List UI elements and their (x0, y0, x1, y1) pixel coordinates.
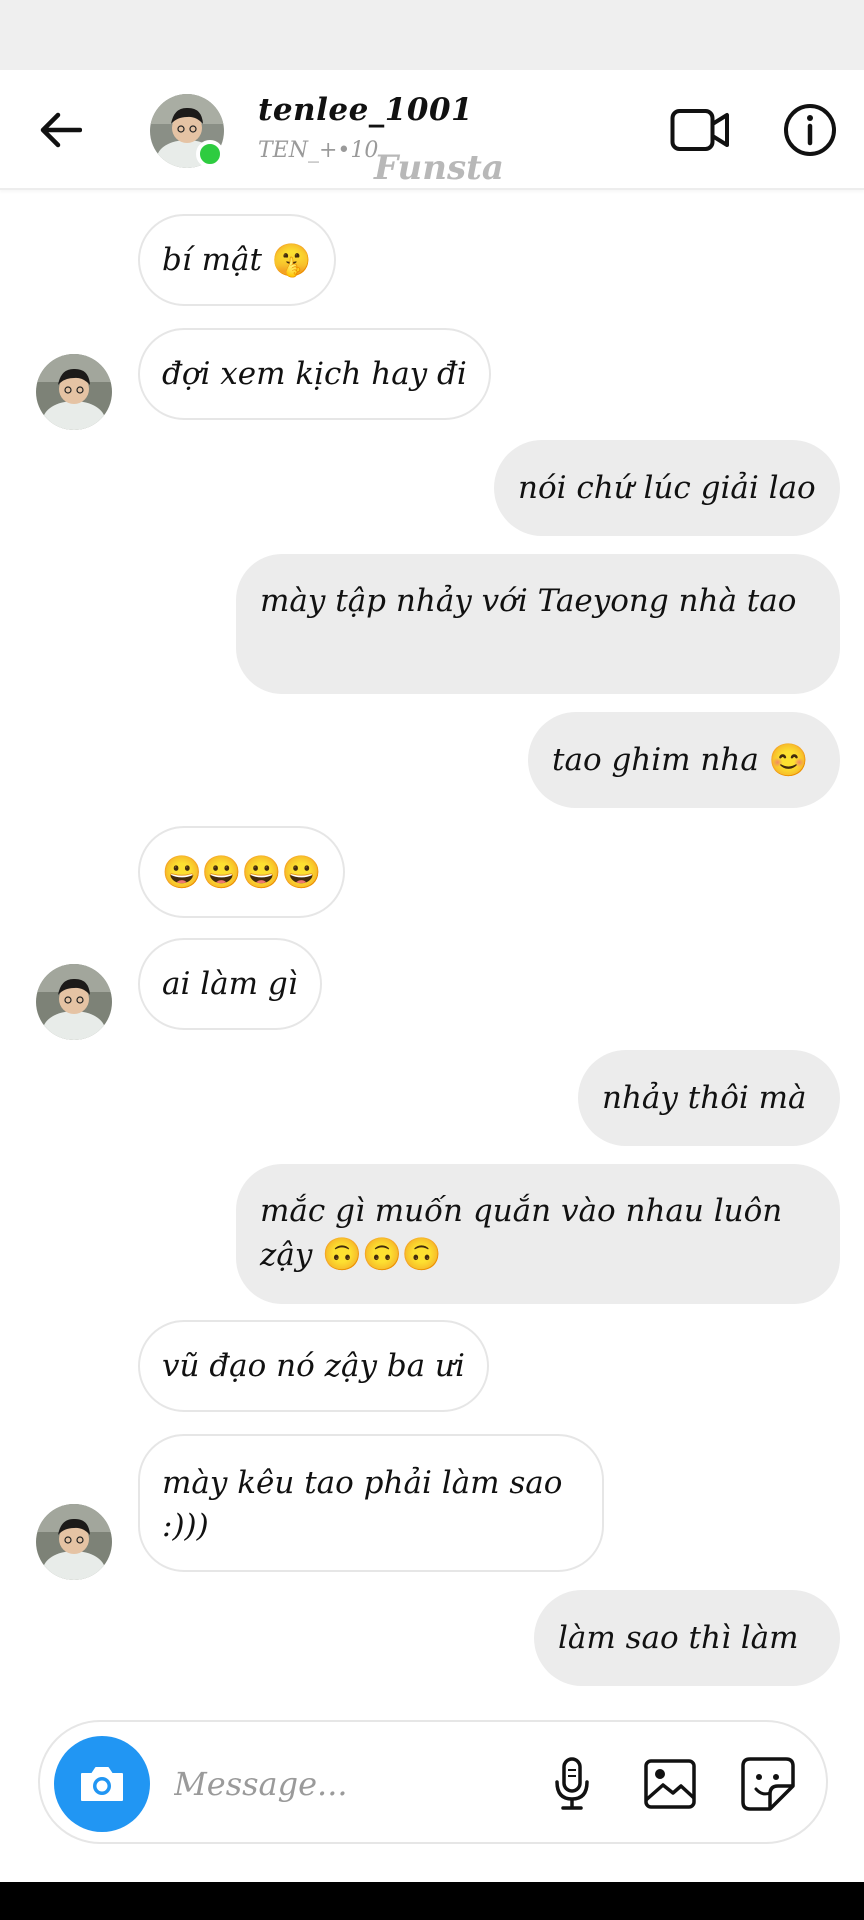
message-text: ai làm gì (162, 965, 298, 1002)
video-call-button[interactable] (668, 98, 732, 162)
info-icon (784, 104, 836, 156)
back-button[interactable] (30, 100, 90, 160)
message-bubble[interactable]: tao ghim nha 😊 (528, 712, 840, 808)
online-status-dot (196, 140, 224, 168)
message-bubble[interactable]: ai làm gì (138, 938, 322, 1030)
image-icon (644, 1759, 696, 1809)
message-emoji: 🙃🙃🙃 (322, 1235, 442, 1273)
message-emoji: 🤫 (271, 240, 312, 279)
camera-icon (81, 1767, 123, 1801)
chat-header: tenlee_1001 TEN_+•10 Funsta (0, 70, 864, 190)
message-bubble[interactable]: mày tập nhảy với Taeyong nhà tao (236, 554, 840, 694)
watermark: Funsta (374, 148, 504, 188)
microphone-icon (555, 1757, 589, 1810)
message-text: vũ đạo nó zậy ba ưi (162, 1347, 465, 1384)
message-text: mày kêu tao phải làm sao :))) (162, 1465, 563, 1544)
message-bubble[interactable]: đợi xem kịch hay đi (138, 328, 491, 420)
message-text: mày tập nhảy với Taeyong nhà tao (260, 583, 797, 619)
message-text: bí mật (162, 241, 262, 278)
chat-subname: TEN_+•10 (258, 138, 379, 163)
message-emoji: 😊 (768, 740, 809, 779)
info-button[interactable] (778, 98, 842, 162)
message-bubble[interactable]: 😀😀😀😀 (138, 826, 346, 918)
message-text: làm sao thì làm (558, 1619, 799, 1656)
message-emoji: 😀😀😀😀 (162, 852, 322, 891)
avatar[interactable] (36, 964, 112, 1040)
chat-username[interactable]: tenlee_1001 (258, 92, 473, 128)
gallery-button[interactable] (638, 1752, 702, 1816)
sticker-button[interactable] (736, 1752, 800, 1816)
message-composer (38, 1720, 828, 1844)
status-bar (0, 0, 864, 70)
sticker-icon (741, 1757, 795, 1811)
avatar[interactable] (36, 1504, 112, 1580)
message-bubble[interactable]: làm sao thì làm (534, 1590, 840, 1686)
message-text: nói chứ lúc giải lao (518, 469, 816, 506)
camera-button[interactable] (54, 1736, 150, 1832)
message-input[interactable] (174, 1756, 514, 1812)
message-bubble[interactable]: vũ đạo nó zậy ba ưi (138, 1320, 489, 1412)
message-bubble[interactable]: mắc gì muốn quắn vào nhau luôn zậy 🙃🙃🙃 (236, 1164, 840, 1304)
avatar[interactable] (36, 354, 112, 430)
message-bubble[interactable]: nói chứ lúc giải lao (494, 440, 840, 536)
system-navigation-bar (0, 1882, 864, 1920)
message-text: tao ghim nha (552, 741, 759, 778)
message-text: đợi xem kịch hay đi (162, 355, 467, 392)
message-bubble[interactable]: mày kêu tao phải làm sao :))) (138, 1434, 604, 1572)
message-list: bí mật 🤫 đợi xem kịch hay đi nói chứ lúc… (0, 190, 864, 1710)
voice-message-button[interactable] (540, 1752, 604, 1816)
arrow-left-icon (40, 112, 82, 148)
message-bubble[interactable]: nhảy thôi mà (578, 1050, 840, 1146)
video-camera-icon (670, 109, 729, 151)
message-text: nhảy thôi mà (602, 1079, 807, 1116)
message-bubble[interactable]: bí mật 🤫 (138, 214, 336, 306)
